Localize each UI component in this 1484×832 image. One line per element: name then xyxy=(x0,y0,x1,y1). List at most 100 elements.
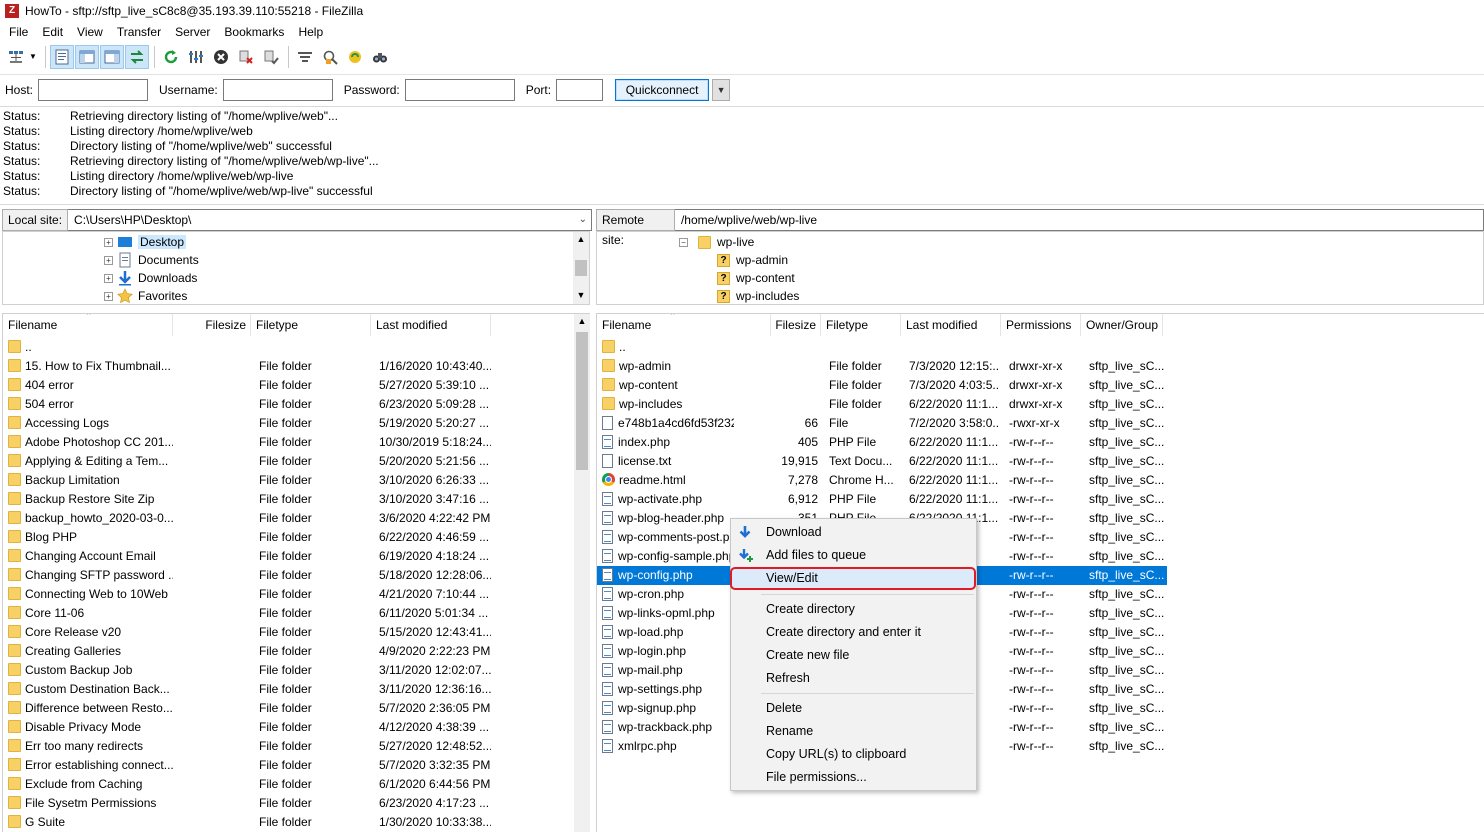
table-row[interactable]: index.php 405 PHP File 6/22/2020 11:1... -rw… xyxy=(597,433,1167,452)
local-list-scrollbar[interactable]: ▲ xyxy=(574,314,590,832)
disconnect-icon[interactable] xyxy=(234,45,258,69)
table-row[interactable]: Connecting Web to 10Web File folder 4/21/2… xyxy=(3,585,590,604)
port-input[interactable] xyxy=(556,78,604,101)
password-input[interactable] xyxy=(404,78,515,101)
column-filesize[interactable]: Filesize xyxy=(173,314,251,336)
menu-item-add-to-queue[interactable]: Add files to queue xyxy=(731,544,976,567)
process-queue-icon[interactable] xyxy=(184,45,208,69)
expand-icon[interactable]: + xyxy=(104,237,113,247)
table-row[interactable]: Accessing Logs File folder 5/19/2020 5:20:… xyxy=(3,414,590,433)
toggle-message-log-icon[interactable] xyxy=(49,44,74,69)
menu-server[interactable]: Server xyxy=(168,25,217,39)
table-row[interactable]: G Suite File folder 1/30/2020 10:33:38... xyxy=(3,813,590,832)
scroll-down-icon[interactable]: ▼ xyxy=(573,288,589,302)
tree-item-wp-includes[interactable]: ? wp-includes xyxy=(717,287,799,304)
table-row[interactable]: Backup Restore Site Zip File folder 3/10/2… xyxy=(3,490,590,509)
menu-edit[interactable]: Edit xyxy=(35,25,70,39)
menu-item-create-new-file[interactable]: Create new file xyxy=(731,644,976,667)
table-row[interactable]: .. xyxy=(597,338,1167,357)
table-row[interactable]: Blog PHP File folder 6/22/2020 4:46:59 ... xyxy=(3,528,590,547)
column-permissions[interactable]: Permissions xyxy=(1001,314,1081,336)
tree-item-favorites[interactable]: + Favorites xyxy=(104,287,187,304)
table-row[interactable]: Core Release v20 File folder 5/15/2020 12:… xyxy=(3,623,590,642)
menu-item-create-directory[interactable]: Create directory xyxy=(731,598,976,621)
menu-item-download[interactable]: Download xyxy=(731,521,976,544)
scroll-thumb[interactable] xyxy=(576,332,588,470)
quickconnect-button[interactable]: Quickconnect xyxy=(615,78,710,101)
table-row[interactable]: Adobe Photoshop CC 201... File folder 10/3… xyxy=(3,433,590,452)
table-row[interactable]: backup_howto_2020-03-0... File folder 3/6/… xyxy=(3,509,590,528)
expand-icon[interactable]: + xyxy=(104,291,113,301)
table-row[interactable]: Difference between Resto... File folder 5/… xyxy=(3,699,590,718)
column-filesize[interactable]: Filesize xyxy=(771,314,821,336)
username-input[interactable] xyxy=(222,78,333,101)
menu-bookmarks[interactable]: Bookmarks xyxy=(217,25,291,39)
tree-item-downloads[interactable]: + Downloads xyxy=(104,269,197,287)
toggle-remote-tree-icon[interactable] xyxy=(99,44,124,69)
table-row[interactable]: wp-content File folder 7/3/2020 4:03:5... d… xyxy=(597,376,1167,395)
table-row[interactable]: Custom Backup Job File folder 3/11/2020 12… xyxy=(3,661,590,680)
table-row[interactable]: Error establishing connect... File folder… xyxy=(3,756,590,775)
remote-path-input[interactable]: /home/wplive/web/wp-live xyxy=(674,209,1484,231)
column-filetype[interactable]: Filetype xyxy=(821,314,901,336)
table-row[interactable]: Changing Account Email File folder 6/19/20… xyxy=(3,547,590,566)
host-input[interactable] xyxy=(38,78,149,101)
column-last-modified[interactable]: Last modified xyxy=(371,314,491,336)
scroll-up-icon[interactable]: ▲ xyxy=(574,314,590,328)
table-row[interactable]: 15. How to Fix Thumbnail... File folder 1/… xyxy=(3,357,590,376)
refresh-icon[interactable] xyxy=(159,45,183,69)
table-row[interactable]: 404 error File folder 5/27/2020 5:39:10 ..… xyxy=(3,376,590,395)
tree-item-documents[interactable]: + Documents xyxy=(104,251,199,269)
expand-icon[interactable]: + xyxy=(104,273,113,283)
menu-item-refresh[interactable]: Refresh xyxy=(731,667,976,690)
menu-help[interactable]: Help xyxy=(291,25,330,39)
tree-item-desktop[interactable]: + Desktop xyxy=(104,233,187,251)
column-filetype[interactable]: Filetype xyxy=(251,314,371,336)
table-row[interactable]: license.txt 19,915 Text Docu... 6/22/2020 1… xyxy=(597,452,1167,471)
cancel-icon[interactable] xyxy=(209,45,233,69)
menu-item-delete[interactable]: Delete xyxy=(731,697,976,720)
column-filename[interactable]: Filename xyxy=(597,314,771,336)
table-row[interactable]: e748b1a4cd6fd53f232... 66 File 7/2/2020 3:5… xyxy=(597,414,1167,433)
table-row[interactable]: File Sysetm Permissions File folder 6/23/2… xyxy=(3,794,590,813)
directory-filter-icon[interactable] xyxy=(293,45,317,69)
compare-icon[interactable] xyxy=(318,45,342,69)
table-row[interactable]: wp-admin File folder 7/3/2020 12:15:... drw… xyxy=(597,357,1167,376)
table-row[interactable]: readme.html 7,278 Chrome H... 6/22/2020 11:… xyxy=(597,471,1167,490)
menu-item-file-permissions[interactable]: File permissions... xyxy=(731,766,976,789)
toggle-transfer-queue-icon[interactable] xyxy=(124,44,149,69)
table-row[interactable]: Changing SFTP password ... File folder 5/1… xyxy=(3,566,590,585)
table-row[interactable]: wp-includes File folder 6/22/2020 11:1... d… xyxy=(597,395,1167,414)
local-tree-scrollbar[interactable]: ▲ ▼ xyxy=(573,232,589,304)
table-row[interactable]: Backup Limitation File folder 3/10/2020 6:… xyxy=(3,471,590,490)
chevron-down-icon[interactable]: ▼ xyxy=(712,78,731,101)
sync-browse-icon[interactable] xyxy=(343,45,367,69)
chevron-down-icon[interactable]: ▼ xyxy=(29,52,37,61)
menu-item-create-directory-enter[interactable]: Create directory and enter it xyxy=(731,621,976,644)
table-row[interactable]: Exclude from Caching File folder 6/1/2020 … xyxy=(3,775,590,794)
table-row[interactable]: wp-activate.php 6,912 PHP File 6/22/2020 11… xyxy=(597,490,1167,509)
column-last-modified[interactable]: Last modified xyxy=(901,314,1001,336)
tree-item-wp-content[interactable]: ? wp-content xyxy=(717,269,795,287)
menu-item-view-edit[interactable]: View/Edit xyxy=(731,567,976,590)
local-path-input[interactable]: C:\Users\HP\Desktop\ ⌄ xyxy=(68,209,593,231)
toggle-local-tree-icon[interactable] xyxy=(74,44,99,69)
table-row[interactable]: Custom Destination Back... File folder 3/1… xyxy=(3,680,590,699)
table-row[interactable]: Applying & Editing a Tem... File folder 5/… xyxy=(3,452,590,471)
menu-item-rename[interactable]: Rename xyxy=(731,720,976,743)
reconnect-icon[interactable] xyxy=(259,45,283,69)
tree-item-wp-live[interactable]: − wp-live xyxy=(679,233,754,251)
column-owner-group[interactable]: Owner/Group xyxy=(1081,314,1163,336)
menu-item-copy-url[interactable]: Copy URL(s) to clipboard xyxy=(731,743,976,766)
table-row[interactable]: Err too many redirects File folder 5/27/20… xyxy=(3,737,590,756)
expand-icon[interactable]: + xyxy=(104,255,113,265)
menu-view[interactable]: View xyxy=(70,25,110,39)
table-row[interactable]: .. xyxy=(3,338,590,357)
tree-item-wp-admin[interactable]: ? wp-admin xyxy=(717,251,788,269)
table-row[interactable]: Disable Privacy Mode File folder 4/12/2020… xyxy=(3,718,590,737)
table-row[interactable]: Creating Galleries File folder 4/9/2020 2:… xyxy=(3,642,590,661)
scroll-up-icon[interactable]: ▲ xyxy=(573,232,589,246)
chevron-down-icon[interactable]: ⌄ xyxy=(579,210,587,230)
table-row[interactable]: Core 11-06 File folder 6/11/2020 5:01:34 .… xyxy=(3,604,590,623)
table-row[interactable]: 504 error File folder 6/23/2020 5:09:28 ..… xyxy=(3,395,590,414)
